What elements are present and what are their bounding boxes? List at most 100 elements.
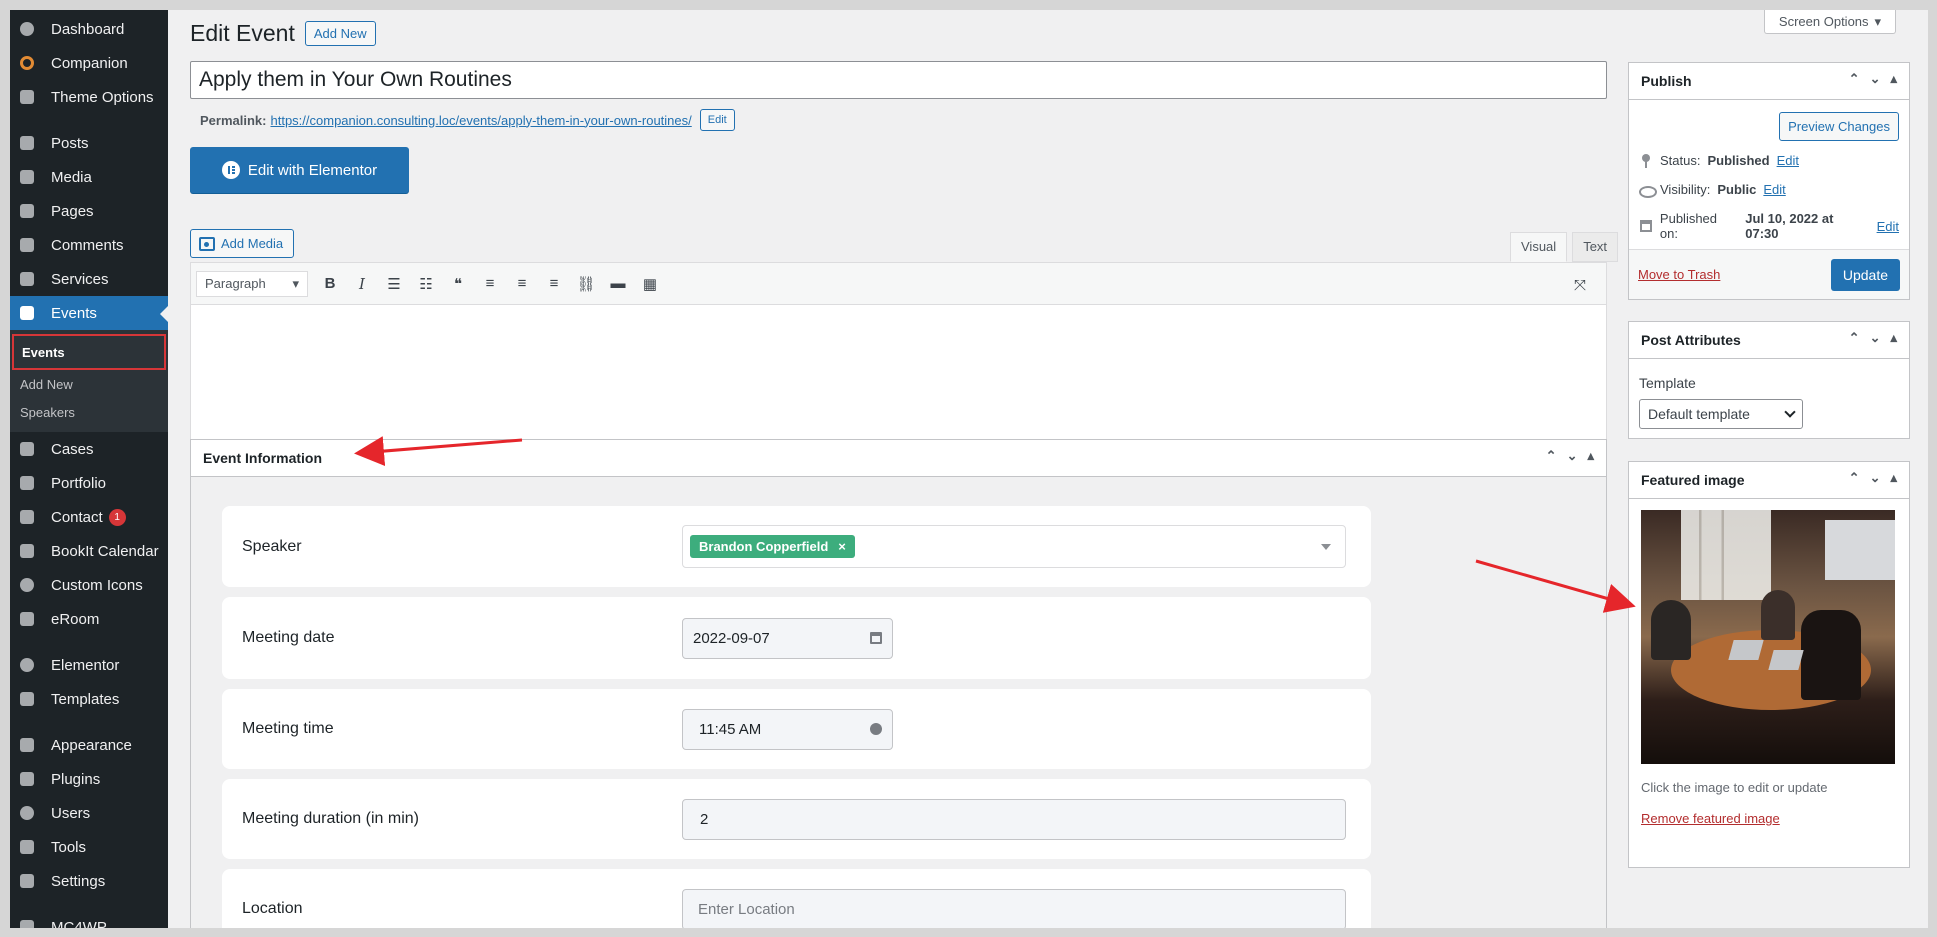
edit-visibility-link[interactable]: Edit: [1763, 182, 1785, 197]
menu-portfolio[interactable]: Portfolio: [10, 466, 168, 500]
move-up-icon[interactable]: ⌃: [1849, 71, 1860, 87]
permalink-row: Permalink: https://companion.consulting.…: [200, 109, 735, 131]
screen-options-button[interactable]: Screen Options ▾: [1764, 10, 1896, 34]
menu-theme-options[interactable]: Theme Options: [10, 80, 168, 114]
meeting-time-input[interactable]: 11:45 AM: [682, 708, 893, 750]
meeting-duration-input[interactable]: 2: [682, 798, 1346, 840]
menu-eroom[interactable]: eRoom: [10, 602, 168, 636]
menu-custom-icons[interactable]: Custom Icons: [10, 568, 168, 602]
menu-media[interactable]: Media: [10, 160, 168, 194]
fullscreen-icon[interactable]: ⤧: [1564, 271, 1596, 299]
move-to-trash-link[interactable]: Move to Trash: [1638, 267, 1720, 282]
calendar-icon: [1639, 219, 1653, 233]
update-button[interactable]: Update: [1830, 258, 1900, 291]
template-select[interactable]: Default template: [1639, 399, 1803, 429]
menu-contact[interactable]: Contact 1: [10, 500, 168, 534]
format-select[interactable]: Paragraph ▾: [196, 270, 308, 297]
menu-dashboard[interactable]: Dashboard: [10, 12, 168, 46]
preview-changes-button[interactable]: Preview Changes: [1779, 112, 1899, 141]
page-title: Edit Event: [190, 20, 295, 46]
meeting-duration-field: Meeting duration (in min) 2: [222, 779, 1371, 859]
collapse-icon[interactable]: ▴: [1890, 71, 1897, 87]
admin-sidebar: Dashboard Companion Theme Options Posts …: [10, 10, 168, 928]
edit-status-link[interactable]: Edit: [1777, 153, 1799, 168]
submenu-events[interactable]: Events: [12, 334, 166, 370]
menu-services[interactable]: Services: [10, 262, 168, 296]
meeting-date-input[interactable]: 2022-09-07: [682, 617, 893, 659]
menu-posts[interactable]: Posts: [10, 126, 168, 160]
submenu-add-new[interactable]: Add New: [10, 370, 168, 398]
publish-box: Publish ⌃ ⌄ ▴ Preview Changes Status: Pu…: [1628, 62, 1910, 300]
collapse-icon[interactable]: ▴: [1890, 330, 1897, 346]
post-title-input[interactable]: Apply them in Your Own Routines: [190, 61, 1607, 99]
calendar-icon[interactable]: [870, 632, 882, 644]
featured-image-header: Featured image ⌃ ⌄ ▴: [1629, 462, 1909, 499]
edit-date-link[interactable]: Edit: [1877, 219, 1899, 234]
move-up-icon[interactable]: ⌃: [1849, 330, 1860, 346]
menu-users[interactable]: Users: [10, 796, 168, 830]
align-center-icon[interactable]: ≡: [506, 270, 538, 298]
remove-chip-icon[interactable]: ×: [838, 539, 846, 554]
clock-icon[interactable]: [870, 723, 882, 735]
edit-with-elementor-button[interactable]: Edit with Elementor: [190, 147, 409, 193]
menu-events[interactable]: Events: [10, 296, 168, 330]
speaker-select[interactable]: Brandon Copperfield ×: [682, 525, 1346, 568]
collapse-icon[interactable]: ▴: [1890, 470, 1897, 486]
numbered-list-icon[interactable]: ☷: [410, 270, 442, 298]
comments-icon: [18, 236, 36, 254]
pages-icon: [18, 202, 36, 220]
permalink-link[interactable]: https://companion.consulting.loc/events/…: [270, 113, 691, 128]
move-down-icon[interactable]: ⌄: [1870, 330, 1881, 346]
featured-image[interactable]: [1641, 510, 1895, 764]
remove-featured-image-link[interactable]: Remove featured image: [1641, 811, 1897, 826]
dropdown-arrow-icon[interactable]: [1321, 544, 1331, 550]
tab-visual[interactable]: Visual: [1510, 232, 1568, 262]
menu-settings[interactable]: Settings: [10, 864, 168, 898]
services-icon: [18, 270, 36, 288]
menu-mc4wp[interactable]: MC4WP: [10, 910, 168, 928]
menu-templates[interactable]: Templates: [10, 682, 168, 716]
location-input[interactable]: Enter Location: [682, 888, 1346, 928]
tab-text[interactable]: Text: [1572, 232, 1619, 262]
move-up-icon[interactable]: ⌃: [1849, 470, 1860, 486]
link-icon[interactable]: ⛓: [570, 270, 602, 298]
align-left-icon[interactable]: ≡: [474, 270, 506, 298]
move-down-icon[interactable]: ⌄: [1870, 470, 1881, 486]
menu-cases[interactable]: Cases: [10, 432, 168, 466]
add-media-button[interactable]: Add Media: [190, 229, 295, 258]
align-right-icon[interactable]: ≡: [538, 270, 570, 298]
meeting-date-field: Meeting date 2022-09-07: [222, 597, 1371, 679]
add-media-icon: [199, 236, 215, 251]
companion-icon: [18, 54, 36, 72]
move-down-icon[interactable]: ⌄: [1870, 71, 1881, 87]
read-more-icon[interactable]: ▬: [602, 270, 634, 298]
menu-pages[interactable]: Pages: [10, 194, 168, 228]
move-up-icon[interactable]: ⌃: [1546, 448, 1557, 464]
menu-comments[interactable]: Comments: [10, 228, 168, 262]
permalink-edit-button[interactable]: Edit: [699, 109, 735, 131]
add-new-button[interactable]: Add New: [304, 21, 376, 46]
visibility-row: Visibility: Public Edit: [1639, 182, 1899, 198]
editor-content-area[interactable]: [191, 305, 1606, 439]
move-down-icon[interactable]: ⌄: [1567, 448, 1578, 464]
menu-appearance[interactable]: Appearance: [10, 728, 168, 762]
blockquote-icon[interactable]: ❝: [442, 270, 474, 298]
submenu-speakers[interactable]: Speakers: [10, 398, 168, 426]
bulleted-list-icon[interactable]: ☰: [378, 270, 410, 298]
mail-icon: [18, 508, 36, 526]
dashboard-icon: [18, 20, 36, 38]
video-icon: [18, 610, 36, 628]
italic-button[interactable]: I: [346, 270, 378, 298]
user-icon: [18, 804, 36, 822]
menu-elementor[interactable]: Elementor: [10, 648, 168, 682]
menu-plugins[interactable]: Plugins: [10, 762, 168, 796]
pin-icon: [1639, 153, 1653, 168]
publish-header: Publish ⌃ ⌄ ▴: [1629, 63, 1909, 100]
menu-companion[interactable]: Companion: [10, 46, 168, 80]
toolbar-toggle-icon[interactable]: ▦: [634, 270, 666, 298]
collapse-icon[interactable]: ▴: [1587, 448, 1594, 464]
bold-button[interactable]: B: [314, 270, 346, 298]
caret-down-icon: ▾: [1874, 13, 1882, 29]
menu-tools[interactable]: Tools: [10, 830, 168, 864]
menu-bookit-calendar[interactable]: BookIt Calendar: [10, 534, 168, 568]
